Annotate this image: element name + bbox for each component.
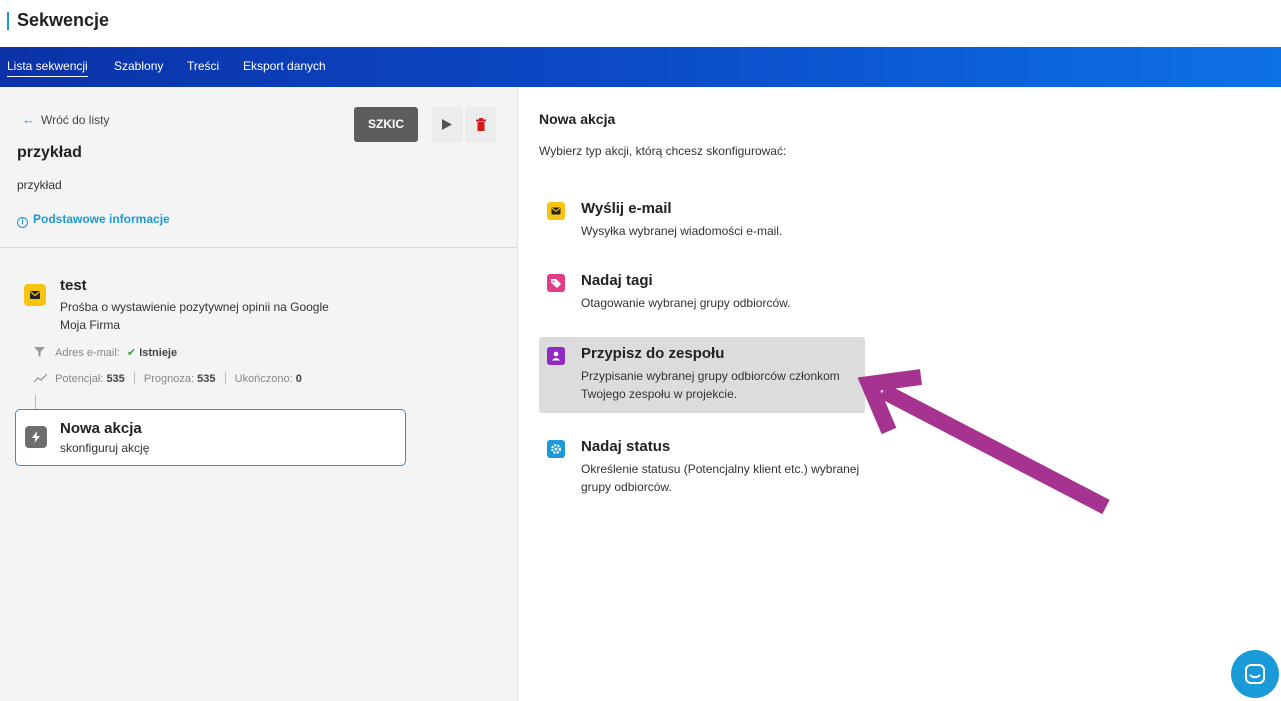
gear-icon	[547, 440, 565, 458]
completed-label: Ukończono:	[234, 373, 293, 385]
option-title: Wyślij e-mail	[581, 200, 672, 217]
option-title: Przypisz do zespołu	[581, 345, 725, 362]
page-title: Sekwencje	[17, 10, 110, 30]
sequence-panel: ← Wróć do listy przykład przykład i Podsta…	[0, 87, 518, 701]
basic-info-link[interactable]: i Podstawowe informacje	[17, 212, 170, 228]
option-title: Nadaj status	[581, 438, 671, 455]
lightning-icon	[25, 426, 47, 448]
action-panel-title: Nowa akcja	[539, 111, 616, 127]
trend-icon	[33, 373, 48, 383]
step-filter: Adres e-mail: ✔ Istnieje	[34, 346, 177, 359]
tag-icon	[547, 274, 565, 292]
highlight-arrow	[857, 369, 1110, 515]
play-button[interactable]	[432, 107, 462, 142]
new-action-card[interactable]: Nowa akcja skonfiguruj akcję	[15, 409, 406, 466]
arrow-left-icon: ←	[22, 112, 35, 127]
potential-label: Potencjał:	[55, 373, 104, 385]
filter-icon	[34, 347, 45, 357]
draft-status-button[interactable]: SZKIC	[354, 107, 418, 142]
main-nav: Lista sekwencji Szablony Treści Eksport …	[0, 47, 1281, 87]
basic-info-label: Podstawowe informacje	[33, 212, 170, 226]
title-accent-bar	[7, 12, 9, 30]
completed-value: 0	[295, 373, 302, 385]
option-add-tags[interactable]: Nadaj tagi Otagowanie wybranej grupy odb…	[539, 264, 865, 316]
back-label: Wróć do listy	[41, 113, 110, 127]
page-header: Sekwencje	[0, 0, 1281, 47]
envelope-icon	[24, 284, 46, 306]
filter-value: Istnieje	[139, 347, 178, 359]
person-icon	[547, 347, 565, 365]
stat-separator	[224, 372, 226, 384]
step-subtitle-line2: Moja Firma	[60, 318, 121, 332]
nav-item-lista-sekwencji[interactable]: Lista sekwencji	[7, 59, 88, 77]
stat-separator	[133, 372, 135, 384]
option-desc: Przypisanie wybranej grupy odbiorców czł…	[581, 369, 840, 401]
forecast-label: Prognoza:	[143, 373, 195, 385]
chat-launcher-button[interactable]	[1231, 650, 1279, 698]
option-desc: Otagowanie wybranej grupy odbiorców.	[581, 296, 791, 310]
filter-label: Adres e-mail:	[55, 347, 120, 359]
action-panel-subtitle: Wybierz typ akcji, którą chcesz skonfigu…	[539, 144, 787, 158]
potential-value: 535	[106, 373, 125, 385]
option-set-status[interactable]: Nadaj status Określenie statusu (Potencj…	[539, 430, 865, 502]
option-desc: Wysyłka wybranej wiadomości e-mail.	[581, 224, 783, 238]
step-stats: Potencjał: 535 Prognoza: 535 Ukończono: …	[33, 372, 302, 385]
play-icon	[442, 119, 452, 130]
option-desc: Określenie statusu (Potencjalny klient e…	[581, 462, 860, 494]
new-action-subtitle: skonfiguruj akcję	[60, 441, 150, 455]
check-icon: ✔	[126, 347, 137, 359]
option-send-email[interactable]: Wyślij e-mail Wysyłka wybranej wiadomośc…	[539, 192, 865, 244]
nav-item-eksport-danych[interactable]: Eksport danych	[243, 59, 326, 73]
section-divider	[0, 247, 518, 248]
step-title[interactable]: test	[60, 277, 87, 294]
sequence-name: przykład	[17, 144, 82, 161]
nav-item-szablony[interactable]: Szablony	[114, 59, 163, 73]
trash-icon	[476, 118, 486, 131]
step-connector	[35, 395, 36, 409]
step-subtitle-line1: Prośba o wystawienie pozytywnej opinii n…	[60, 300, 329, 314]
back-to-list-link[interactable]: ← Wróć do listy	[22, 112, 109, 127]
info-icon: i	[17, 217, 28, 228]
delete-button[interactable]	[466, 107, 496, 142]
new-action-title: Nowa akcja	[60, 420, 142, 437]
envelope-icon	[547, 202, 565, 220]
nav-item-tresci[interactable]: Treści	[187, 59, 219, 73]
forecast-value: 535	[197, 373, 216, 385]
chat-icon	[1245, 664, 1265, 684]
sequence-description: przykład	[17, 178, 62, 192]
option-title: Nadaj tagi	[581, 272, 653, 289]
option-assign-team[interactable]: Przypisz do zespołu Przypisanie wybranej…	[539, 337, 865, 413]
